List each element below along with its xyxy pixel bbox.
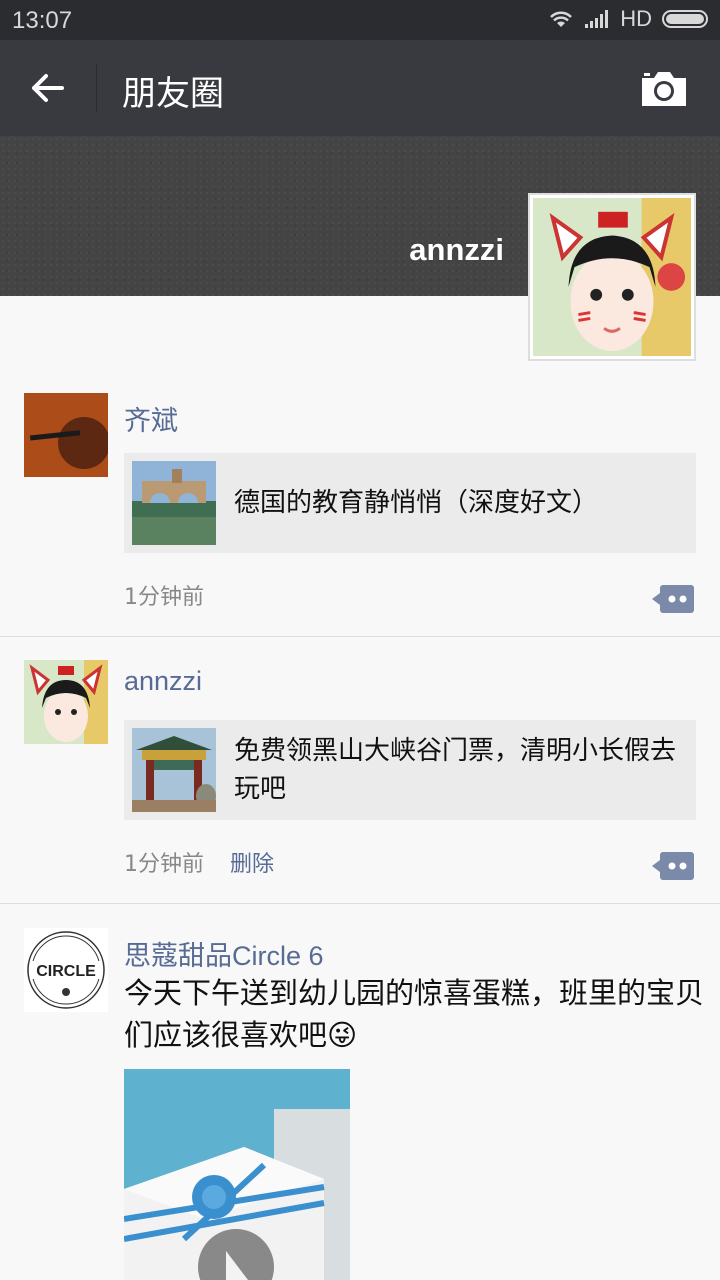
svg-text:CIRCLE: CIRCLE bbox=[36, 963, 96, 980]
avatar[interactable] bbox=[24, 393, 108, 477]
signal-icon bbox=[585, 10, 609, 28]
battery-icon bbox=[662, 10, 708, 28]
post-author[interactable]: annzzi bbox=[124, 666, 202, 697]
status-time: 13:07 bbox=[12, 7, 73, 34]
post-divider bbox=[0, 903, 720, 904]
page-title: 朋友圈 bbox=[122, 74, 224, 114]
link-title: 免费领黑山大峡谷门票，清明小长假去玩吧 bbox=[234, 736, 677, 804]
shared-link-card[interactable]: 德国的教育静悄悄（深度好文） bbox=[124, 453, 696, 553]
link-thumbnail bbox=[132, 728, 216, 812]
circle-studio-logo: CIRCLE bbox=[24, 928, 108, 1012]
arrow-left-icon[interactable] bbox=[24, 66, 72, 110]
post-text: 今天下午送到幼儿园的惊喜蛋糕，班里的宝贝们应该很喜欢吧😜 bbox=[124, 976, 705, 1052]
post-timestamp: 1分钟前 bbox=[124, 585, 204, 610]
post-timestamp: 1分钟前 bbox=[124, 852, 204, 877]
network-type: HD bbox=[620, 6, 652, 31]
post-divider bbox=[0, 636, 720, 637]
post-author[interactable]: 齐斌 bbox=[124, 399, 178, 438]
comment-icon[interactable] bbox=[652, 583, 696, 615]
wifi-icon bbox=[550, 11, 573, 27]
delete-link[interactable]: 删除 bbox=[230, 846, 274, 878]
status-bar: 13:07 HD bbox=[0, 0, 720, 40]
my-avatar[interactable] bbox=[528, 193, 696, 361]
post-photo[interactable] bbox=[124, 1069, 350, 1280]
camera-icon[interactable] bbox=[638, 68, 690, 110]
top-bar: 朋友圈 bbox=[0, 40, 720, 136]
avatar[interactable] bbox=[24, 660, 108, 744]
avatar-image bbox=[24, 393, 108, 477]
post-author[interactable]: 思蔻甜品Circle 6 bbox=[124, 934, 324, 973]
profile-nickname: annzzi bbox=[409, 232, 504, 267]
link-thumbnail bbox=[132, 461, 216, 545]
link-title: 德国的教育静悄悄（深度好文） bbox=[234, 488, 599, 518]
shared-link-card[interactable]: 免费领黑山大峡谷门票，清明小长假去玩吧 bbox=[124, 720, 696, 820]
avatar-image bbox=[24, 660, 108, 744]
divider bbox=[96, 64, 97, 112]
avatar[interactable]: CIRCLE bbox=[24, 928, 108, 1012]
comment-icon[interactable] bbox=[652, 850, 696, 882]
avatar-image bbox=[533, 198, 691, 356]
